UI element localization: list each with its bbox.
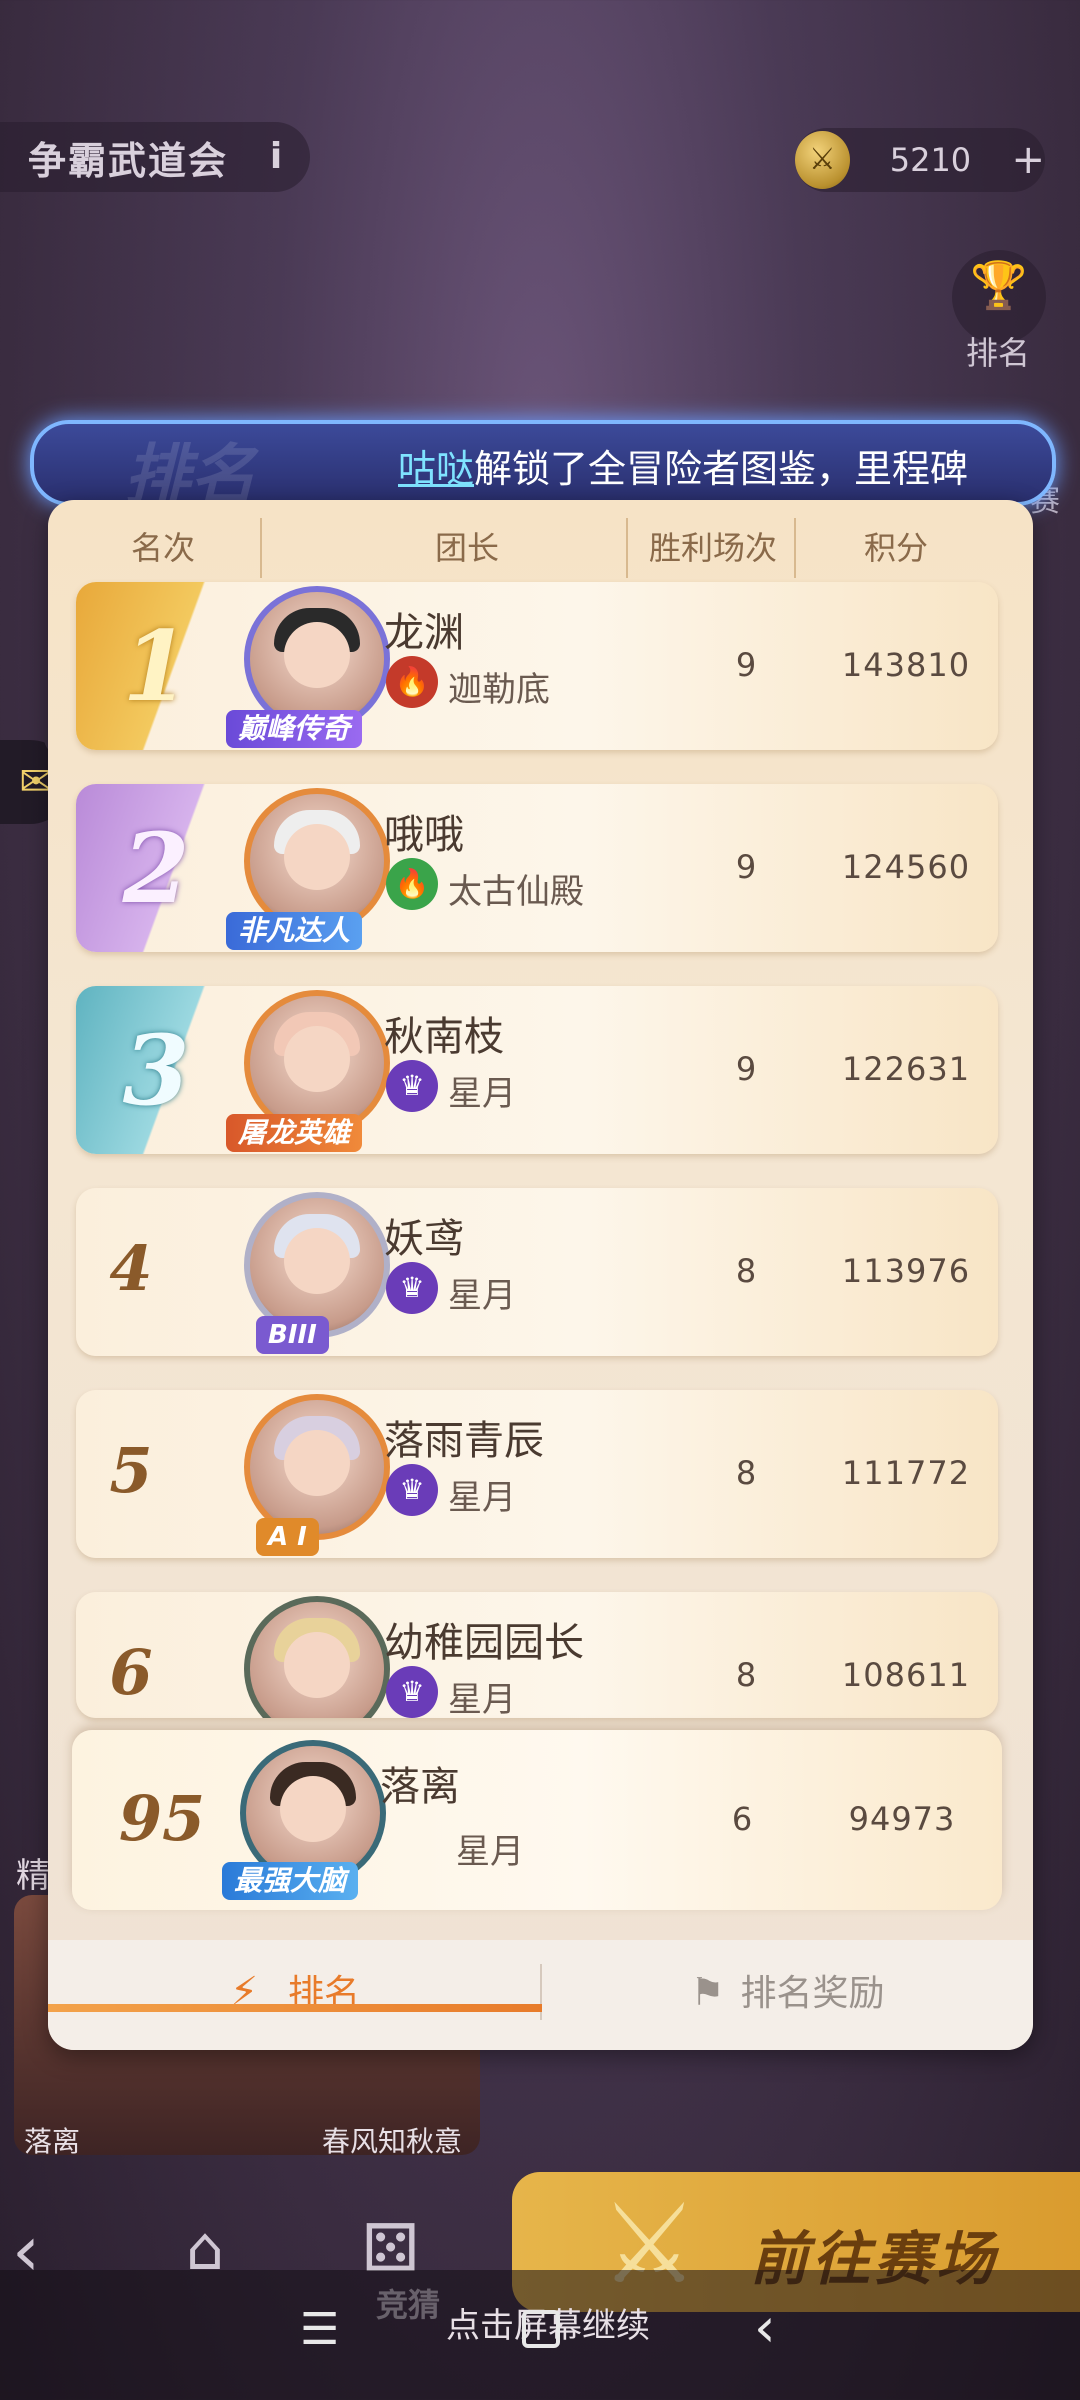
player-name: 妖鸢 bbox=[384, 1216, 464, 1262]
rank-number: 95 bbox=[118, 1782, 206, 1855]
guild-crown-icon: ♛ bbox=[386, 1464, 438, 1516]
ranking-row[interactable]: 2 非凡达人 哦哦 🔥 太古仙殿 9 124560 bbox=[76, 784, 998, 952]
player-name: 幼稚园园长 bbox=[384, 1620, 584, 1666]
rank-number: 6 bbox=[109, 1636, 153, 1709]
score: 124560 bbox=[841, 848, 971, 886]
banner-message-text: 解锁了全冒险者图鉴，里程碑 bbox=[474, 447, 969, 491]
tier-badge: BIII bbox=[256, 1316, 329, 1354]
my-ranking-row[interactable]: 95 最强大脑 落离 星月 6 94973 bbox=[72, 1730, 1002, 1910]
ranking-row[interactable]: 5 A I 落雨青辰 ♛ 星月 8 111772 bbox=[76, 1390, 998, 1558]
background-card-name-left: 落离 bbox=[24, 2125, 81, 2158]
score: 108611 bbox=[841, 1656, 971, 1694]
header-leader: 团长 bbox=[434, 529, 499, 567]
player-name: 秋南枝 bbox=[384, 1014, 504, 1060]
header-wins: 胜利场次 bbox=[648, 529, 777, 567]
player-name: 落雨青辰 bbox=[384, 1418, 544, 1464]
guild-fire-icon: 🔥 bbox=[386, 858, 438, 910]
guild-crown-icon: ♛ bbox=[386, 1262, 438, 1314]
win-count: 8 bbox=[735, 1252, 757, 1290]
system-back-icon[interactable]: ‹ bbox=[754, 2296, 776, 2359]
rank-number: 5 bbox=[109, 1434, 153, 1507]
ranking-row[interactable]: 6 幼稚园园长 ♛ 星月 8 108611 bbox=[76, 1592, 998, 1718]
currency-pill: ⚔ 5210 + bbox=[795, 128, 1045, 192]
system-home-icon[interactable] bbox=[522, 2310, 560, 2348]
guild-fire-icon: 🔥 bbox=[386, 656, 438, 708]
guild-name: 星月 bbox=[448, 1276, 516, 1316]
guild-crown-icon: ♛ bbox=[386, 1666, 438, 1718]
banner-watermark: 排名 bbox=[124, 437, 256, 506]
guild-name: 星月 bbox=[448, 1478, 516, 1518]
header-rank: 名次 bbox=[130, 529, 195, 567]
rank-number: 2 bbox=[122, 812, 190, 925]
score: 143810 bbox=[841, 646, 971, 684]
currency-value: 5210 bbox=[889, 141, 972, 179]
ranking-panel: 名次 团长 胜利场次 积分 1 巅峰传奇 龙渊 🔥 迦勒底 9 143810 2… bbox=[48, 500, 1033, 2050]
tab-ranking-reward[interactable]: ⚑ 排名奖励 bbox=[542, 1940, 1033, 2044]
win-count: 8 bbox=[735, 1454, 757, 1492]
background-card-name-right: 春风知秋意 bbox=[322, 2125, 463, 2158]
active-tab-indicator bbox=[48, 2004, 542, 2012]
guild-name: 星月 bbox=[448, 1074, 516, 1114]
player-name: 落离 bbox=[380, 1764, 460, 1810]
reward-flag-icon: ⚑ bbox=[690, 1970, 725, 2014]
title-badge: 屠龙英雄 bbox=[226, 1114, 363, 1152]
trophy-icon: 🏆 bbox=[970, 258, 1028, 312]
player-name: 哦哦 bbox=[384, 812, 464, 858]
score: 113976 bbox=[841, 1252, 971, 1290]
banner-message: 咕哒解锁了全冒险者图鉴，里程碑 bbox=[398, 438, 968, 493]
tab-ranking[interactable]: ⚡ 排名 bbox=[48, 1940, 542, 2044]
banner-player-link[interactable]: 咕哒 bbox=[398, 447, 474, 491]
title-badge: 最强大脑 bbox=[222, 1862, 359, 1900]
system-menu-icon[interactable]: ☰ bbox=[300, 2304, 339, 2355]
tier-badge: A I bbox=[256, 1518, 319, 1556]
win-count: 8 bbox=[735, 1656, 757, 1694]
title-badge: 巅峰传奇 bbox=[226, 710, 363, 748]
guild-crown-icon: ♛ bbox=[386, 1060, 438, 1112]
title-badge: 非凡达人 bbox=[226, 912, 363, 950]
event-title: 争霸武道会 bbox=[28, 138, 229, 183]
player-name: 龙渊 bbox=[384, 610, 464, 656]
win-count: 9 bbox=[735, 848, 757, 886]
score: 122631 bbox=[841, 1050, 971, 1088]
rank-number: 4 bbox=[109, 1232, 153, 1305]
guild-name: 星月 bbox=[456, 1832, 524, 1872]
rank-number: 1 bbox=[122, 610, 190, 723]
ranking-row[interactable]: 3 屠龙英雄 秋南枝 ♛ 星月 9 122631 bbox=[76, 986, 998, 1154]
rank-number: 3 bbox=[122, 1014, 190, 1127]
guild-name: 迦勒底 bbox=[448, 670, 550, 710]
event-title-pill: 争霸武道会 i bbox=[0, 122, 310, 192]
score: 111772 bbox=[841, 1454, 971, 1492]
guild-name: 太古仙殿 bbox=[448, 872, 584, 912]
win-count: 9 bbox=[735, 646, 757, 684]
ranking-row[interactable]: 4 BIII 妖鸢 ♛ 星月 8 113976 bbox=[76, 1188, 998, 1356]
add-currency-button[interactable]: + bbox=[1011, 137, 1045, 183]
guild-name: 星月 bbox=[448, 1680, 516, 1718]
score: 94973 bbox=[848, 1800, 956, 1838]
coin-icon: ⚔ bbox=[795, 131, 850, 189]
rank-side-label: 排名 bbox=[966, 334, 1031, 372]
info-icon[interactable]: i bbox=[256, 137, 296, 177]
avatar[interactable] bbox=[244, 1596, 390, 1718]
header-score: 积分 bbox=[863, 529, 928, 567]
win-count: 6 bbox=[731, 1800, 753, 1838]
side-label-jing: 精 bbox=[16, 1856, 50, 1896]
tab-ranking-reward-label: 排名奖励 bbox=[740, 1973, 885, 2014]
win-count: 9 bbox=[735, 1050, 757, 1088]
ranking-row[interactable]: 1 巅峰传奇 龙渊 🔥 迦勒底 9 143810 bbox=[76, 582, 998, 750]
announcement-banner: 排名 咕哒解锁了全冒险者图鉴，里程碑 bbox=[30, 420, 1056, 506]
